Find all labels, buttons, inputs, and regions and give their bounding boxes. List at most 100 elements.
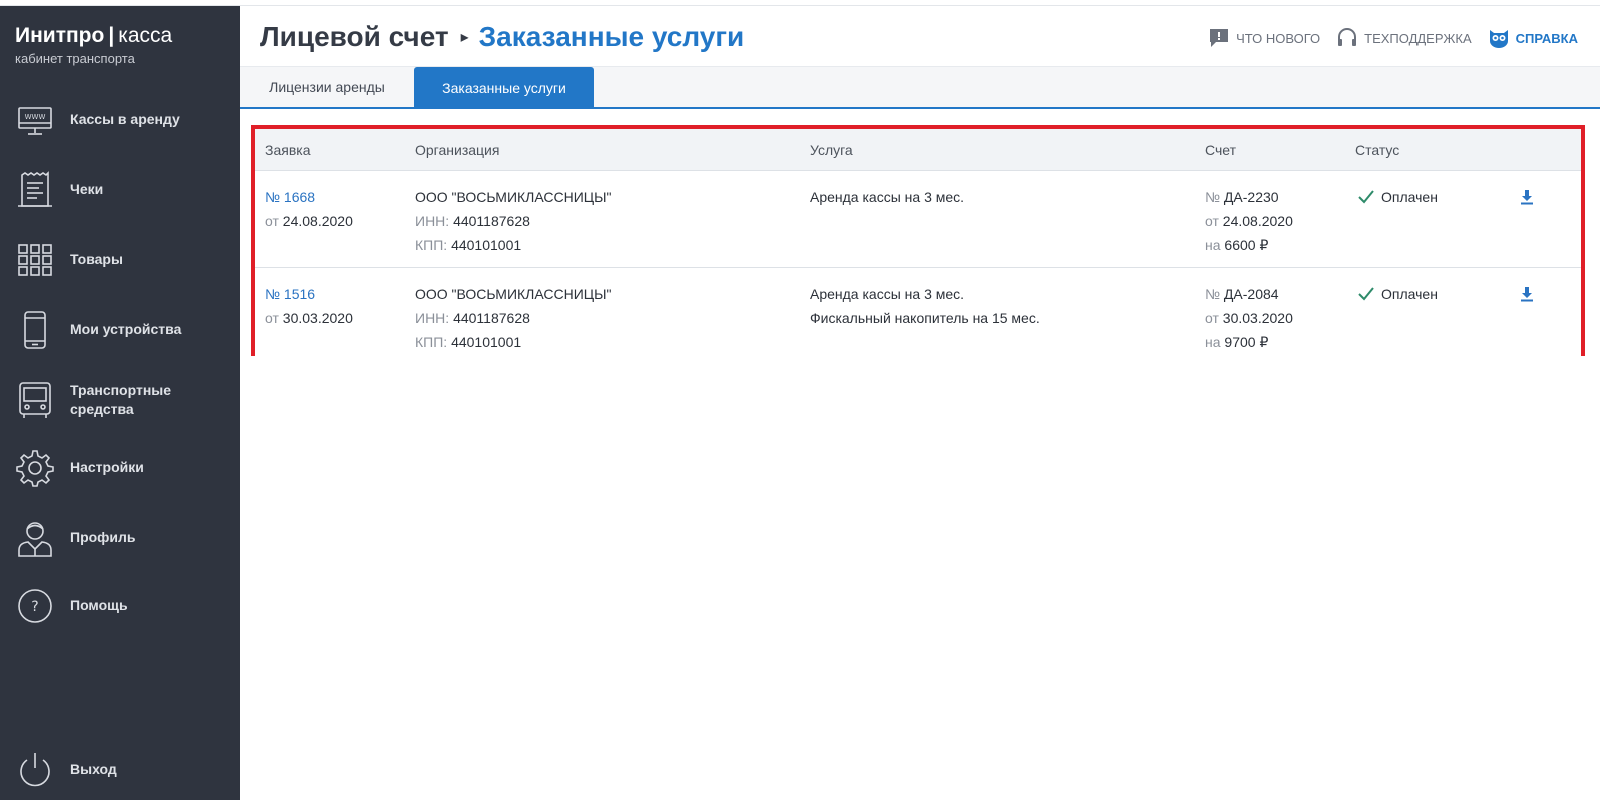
sidebar-item-label: Профиль xyxy=(70,529,136,545)
org-inn: ИНН: 4401187628 xyxy=(415,306,612,330)
service-cell: Аренда кассы на 3 мес. xyxy=(810,185,964,209)
top-border xyxy=(0,0,1600,6)
order-number[interactable]: № 1668 xyxy=(265,185,353,209)
power-icon xyxy=(16,750,54,790)
invoice-number: № ДА-2230 xyxy=(1205,185,1293,209)
sidebar-item-devices[interactable]: Мои устройства xyxy=(0,310,240,350)
org-name: ООО "ВОСЬМИКЛАССНИЦЫ" xyxy=(415,286,612,302)
invoice-date-prefix: от xyxy=(1205,310,1219,326)
invoice-amount-prefix: на xyxy=(1205,237,1221,253)
order-cell: № 1668 от 24.08.2020 xyxy=(265,185,353,233)
org-name: ООО "ВОСЬМИКЛАССНИЦЫ" xyxy=(415,189,612,205)
invoice-amount: на 9700 ₽ xyxy=(1205,330,1293,354)
invoice-date-value: 24.08.2020 xyxy=(1222,213,1293,229)
breadcrumb-root[interactable]: Лицевой счет xyxy=(260,21,449,53)
order-date-prefix: от xyxy=(265,310,279,326)
order-date-value: 24.08.2020 xyxy=(282,213,353,229)
column-header-invoice: Счет xyxy=(1205,142,1236,158)
user-icon xyxy=(16,518,54,558)
download-invoice-button[interactable] xyxy=(1520,286,1536,304)
whats-new-link[interactable]: ЧТО НОВОГО xyxy=(1208,27,1320,49)
logout-label: Выход xyxy=(70,761,117,777)
service-item: Фискальный накопитель на 15 мес. xyxy=(810,310,1040,326)
sidebar-item-label: Транспортные средства xyxy=(70,382,172,417)
status-badge: Оплачен xyxy=(1357,185,1438,209)
receipt-icon xyxy=(16,170,54,210)
sidebar-item-receipts[interactable]: Чеки xyxy=(0,170,240,210)
sidebar-item-settings[interactable]: Настройки xyxy=(0,448,240,488)
invoice-number-value: ДА-2084 xyxy=(1223,286,1279,302)
sidebar-item-goods[interactable]: Товары xyxy=(0,240,240,280)
tabs-bar: Лицензии аренды Заказанные услуги xyxy=(240,67,1600,109)
download-invoice-button[interactable] xyxy=(1520,189,1536,207)
brand-product: касса xyxy=(118,24,173,47)
invoice-number-prefix: № xyxy=(1205,286,1221,302)
order-number-value[interactable]: 1516 xyxy=(284,286,315,302)
column-header-status: Статус xyxy=(1355,142,1400,158)
sidebar: Инитпро | касса кабинет транспорта WWW Кас… xyxy=(0,6,240,800)
invoice-cell: № ДА-2230 от 24.08.2020 на 6600 ₽ xyxy=(1205,185,1293,257)
sidebar-item-label: Помощь xyxy=(70,597,128,613)
sidebar-item-rent-kkt[interactable]: WWW Кассы в аренду xyxy=(0,100,240,140)
sidebar-item-label: Товары xyxy=(70,251,123,267)
monitor-www-icon: WWW xyxy=(16,100,54,140)
page-header: Лицевой счет ▸ Заказанные услуги ЧТО НОВ… xyxy=(240,7,1600,67)
invoice-number: № ДА-2084 xyxy=(1205,282,1293,306)
orders-table: Заявка Организация Услуга Счет Статус № … xyxy=(251,125,1585,365)
help-label: СПРАВКА xyxy=(1515,30,1578,46)
brand[interactable]: Инитпро | касса кабинет транспорта xyxy=(15,24,172,66)
column-header-organization: Организация xyxy=(415,142,500,158)
check-icon xyxy=(1358,190,1374,204)
service-item: Аренда кассы на 3 мес. xyxy=(810,189,965,205)
table-row: № 1668 от 24.08.2020 ООО "ВОСЬМИКЛАССНИЦ… xyxy=(255,171,1581,268)
message-alert-icon xyxy=(1210,29,1229,47)
logout-button[interactable]: Выход xyxy=(0,750,240,790)
check-icon xyxy=(1358,287,1374,301)
order-date: от 24.08.2020 xyxy=(265,209,353,233)
status-label: Оплачен xyxy=(1381,286,1438,302)
brand-name: Инитпро xyxy=(15,24,105,47)
organization-cell: ООО "ВОСЬМИКЛАССНИЦЫ" ИНН: 4401187628 КП… xyxy=(415,282,612,354)
kpp-label: КПП: xyxy=(415,334,448,350)
bus-icon xyxy=(16,380,54,420)
sidebar-item-label: Мои устройства xyxy=(70,321,182,337)
order-number-value[interactable]: 1668 xyxy=(284,189,315,205)
support-label: ТЕХПОДДЕРЖКА xyxy=(1364,30,1472,46)
inn-value: 4401187628 xyxy=(453,213,530,229)
service-item: Аренда кассы на 3 мес. xyxy=(810,286,965,302)
order-cell: № 1516 от 30.03.2020 xyxy=(265,282,353,330)
order-number[interactable]: № 1516 xyxy=(265,282,353,306)
help-link[interactable]: СПРАВКА xyxy=(1488,27,1578,49)
invoice-amount-value: 6600 ₽ xyxy=(1224,237,1269,253)
tab-licenses[interactable]: Лицензии аренды xyxy=(240,67,414,107)
help-circle-icon: ? xyxy=(16,586,54,626)
sidebar-item-label: Кассы в аренду xyxy=(70,111,180,127)
table-row: № 1516 от 30.03.2020 ООО "ВОСЬМИКЛАССНИЦ… xyxy=(255,268,1581,365)
inn-label: ИНН: xyxy=(415,213,450,229)
support-link[interactable]: ТЕХПОДДЕРЖКА xyxy=(1336,27,1472,49)
org-kpp: КПП: 440101001 xyxy=(415,330,612,354)
headset-icon xyxy=(1338,28,1357,46)
invoice-date-prefix: от xyxy=(1205,213,1219,229)
invoice-cell: № ДА-2084 от 30.03.2020 на 9700 ₽ xyxy=(1205,282,1293,354)
inn-label: ИНН: xyxy=(415,310,450,326)
invoice-date: от 30.03.2020 xyxy=(1205,306,1293,330)
kpp-label: КПП: xyxy=(415,237,448,253)
brand-subtitle: кабинет транспорта xyxy=(15,51,135,66)
order-date-prefix: от xyxy=(265,213,279,229)
invoice-number-value: ДА-2230 xyxy=(1223,189,1279,205)
table-header: Заявка Организация Услуга Счет Статус xyxy=(255,129,1581,171)
service-cell: Аренда кассы на 3 мес. Фискальный накопи… xyxy=(810,282,1040,330)
status-badge: Оплачен xyxy=(1357,282,1438,306)
breadcrumb: Лицевой счет ▸ Заказанные услуги xyxy=(260,21,744,53)
owl-icon xyxy=(1489,30,1508,48)
sidebar-item-profile[interactable]: Профиль xyxy=(0,516,240,560)
phone-icon xyxy=(16,310,54,350)
order-date-value: 30.03.2020 xyxy=(282,310,353,326)
kpp-value: 440101001 xyxy=(451,334,522,350)
brand-title: Инитпро | касса xyxy=(15,24,172,48)
sidebar-item-help[interactable]: ? Помощь xyxy=(0,586,240,626)
sidebar-item-vehicles[interactable]: Транспортные средства xyxy=(0,378,240,422)
brand-separator: | xyxy=(108,24,115,47)
tab-ordered-services[interactable]: Заказанные услуги xyxy=(414,67,594,109)
